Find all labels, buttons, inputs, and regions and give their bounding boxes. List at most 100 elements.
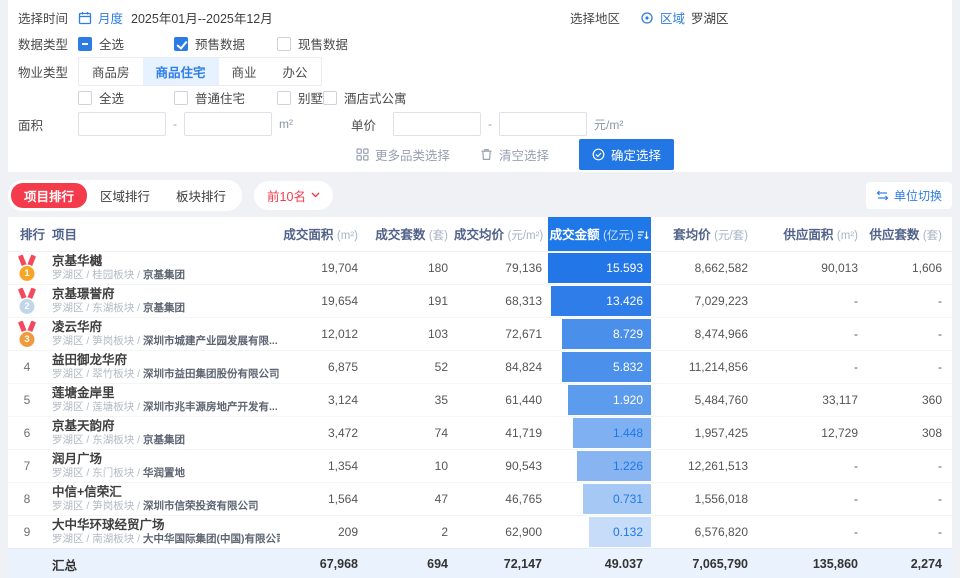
table-row[interactable]: 1 京基华樾 罗湖区 / 桂园板块 / 京基集团 19,704 180 79,1… — [8, 251, 952, 284]
rank-badge: 6 — [23, 425, 31, 440]
col-header-supply-units[interactable]: 供应套数 (套) — [864, 217, 952, 252]
rank-cell: 3 — [8, 316, 52, 350]
sub-type-checkbox[interactable]: 普通住宅 — [174, 88, 277, 107]
unit-avg-price-cell: 12,261,513 — [651, 448, 754, 482]
sub-type-checkbox[interactable]: 全选 — [78, 88, 174, 107]
region-selector[interactable]: 选择地区 区域 罗湖区 — [570, 8, 729, 27]
supply-units-cell: - — [864, 283, 952, 317]
table-row[interactable]: 8 中信+信荣汇 罗湖区 / 笋岗板块 / 深圳市信荣投资有限公司 1,564 … — [8, 481, 952, 515]
amount-value: 5.832 — [612, 359, 643, 374]
project-subtitle: 罗湖区 / 莲塘板块 / 深圳市兆丰源房地产开发有... — [52, 401, 278, 413]
table-row[interactable]: 5 莲塘金岸里 罗湖区 / 莲塘板块 / 深圳市兆丰源房地产开发有... 3,1… — [8, 382, 952, 416]
rank-cell: 2 — [8, 283, 52, 317]
table-row[interactable]: 3 凌云华府 罗湖区 / 笋岗板块 / 深圳市城建产业园发展有限... 12,0… — [8, 316, 952, 350]
table-row[interactable]: 7 润月广场 罗湖区 / 东门板块 / 华润置地 1,354 10 90,543… — [8, 448, 952, 482]
summary-label: 汇总 — [52, 547, 280, 578]
col-header-unit-avg-price[interactable]: 套均价 (元/套) — [651, 217, 754, 252]
deal-amount-cell: 8.729 — [548, 316, 651, 350]
deal-amount-cell: 13.426 — [548, 283, 651, 317]
supply-area-cell: - — [754, 481, 864, 515]
project-name[interactable]: 京基天韵府 — [52, 419, 280, 434]
property-type-tab[interactable]: 商业 — [218, 57, 270, 85]
property-type-tab[interactable]: 商品住宅 — [142, 57, 219, 85]
data-type-checkbox[interactable]: 现售数据 — [277, 34, 348, 53]
checkbox-icon[interactable] — [323, 90, 338, 105]
checkbox-icon[interactable] — [174, 36, 188, 51]
table-row[interactable]: 4 益田御龙华府 罗湖区 / 翠竹板块 / 深圳市益田集团股份有限公司 6,87… — [8, 349, 952, 383]
checkbox-icon[interactable] — [174, 90, 188, 105]
col-header-deal-area[interactable]: 成交面积 (m²) — [280, 217, 364, 252]
col-header-deal-amount[interactable]: 成交金额 (亿元) — [548, 217, 651, 252]
rank-cell: 5 — [8, 382, 52, 416]
col-header-deal-units[interactable]: 成交套数 (套) — [364, 217, 454, 252]
checkbox-icon[interactable] — [277, 90, 291, 105]
more-categories-button[interactable]: 更多品类选择 — [356, 145, 450, 164]
project-name[interactable]: 润月广场 — [52, 452, 280, 467]
top-n-dropdown[interactable]: 前10名 — [254, 180, 333, 210]
sub-type-checkbox[interactable]: 酒店式公寓 — [323, 88, 407, 107]
project-name[interactable]: 京基华樾 — [52, 254, 280, 269]
time-mode[interactable]: 月度 — [98, 8, 123, 27]
data-type-checkbox[interactable]: 全选 — [78, 34, 174, 53]
confirm-selection-button[interactable]: 确定选择 — [579, 138, 675, 170]
range-separator: - — [488, 117, 492, 131]
project-name[interactable]: 莲塘金岸里 — [52, 386, 280, 401]
rank-cell: 9 — [8, 514, 52, 548]
region-value[interactable]: 罗湖区 — [691, 8, 729, 27]
supply-units-cell: 308 — [864, 415, 952, 449]
project-subtitle: 罗湖区 / 桂园板块 / 京基集团 — [52, 269, 186, 281]
property-type-tab[interactable]: 商品房 — [79, 57, 143, 85]
project-cell: 京基璟誉府 罗湖区 / 东湖板块 / 京基集团 — [52, 283, 280, 317]
unit-switch-button[interactable]: 单位切换 — [865, 181, 952, 209]
sub-type-checkbox[interactable]: 别墅 — [277, 88, 323, 107]
developer-name: 京基集团 — [143, 302, 186, 314]
project-cell: 京基华樾 罗湖区 / 桂园板块 / 京基集团 — [52, 251, 280, 284]
ranking-tab[interactable]: 项目排行 — [11, 182, 88, 208]
checkbox-label: 别墅 — [298, 92, 324, 106]
area-min-input[interactable] — [78, 112, 166, 136]
property-type-label: 物业类型 — [18, 65, 69, 80]
deal-units-cell: 103 — [364, 316, 454, 350]
project-name[interactable]: 益田御龙华府 — [52, 353, 280, 368]
amount-bar: 5.832 — [562, 351, 651, 382]
price-unit: 元/m² — [594, 117, 624, 132]
col-header-supply-area[interactable]: 供应面积 (m²) — [754, 217, 864, 252]
clear-selection-button[interactable]: 清空选择 — [480, 145, 549, 164]
project-name[interactable]: 凌云华府 — [52, 320, 280, 335]
supply-units-cell: 1,606 — [911, 260, 942, 275]
project-cell: 中信+信荣汇 罗湖区 / 笋岗板块 / 深圳市信荣投资有限公司 — [52, 481, 280, 515]
deal-units-cell: 35 — [364, 382, 454, 416]
deal-area-cell: 1,354 — [280, 448, 364, 482]
table-row[interactable]: 9 大中华环球经贸广场 罗湖区 / 南湖板块 / 大中华国际集团(中国)有限公司… — [8, 514, 952, 548]
deal-avg-price-cell: 41,719 — [454, 415, 548, 449]
col-header-deal-avg-price[interactable]: 成交均价 (元/m²) — [454, 217, 548, 252]
ranking-tab[interactable]: 板块排行 — [163, 183, 239, 208]
project-name[interactable]: 大中华环球经贸广场 — [52, 518, 280, 533]
price-min-input[interactable] — [393, 112, 481, 136]
rank-badge: 5 — [23, 392, 31, 407]
developer-name: 深圳市城建产业园发展有限... — [143, 335, 278, 347]
ranking-tab[interactable]: 区域排行 — [87, 183, 163, 208]
property-type-tab[interactable]: 办公 — [269, 57, 321, 85]
amount-value: 8.729 — [612, 326, 643, 341]
checkbox-icon[interactable] — [78, 90, 92, 105]
checkbox-icon[interactable] — [277, 36, 291, 51]
project-name[interactable]: 京基璟誉府 — [52, 287, 280, 302]
developer-name: 深圳市益田集团股份有限公司 — [143, 368, 280, 380]
unit-avg-price-cell: 7,029,223 — [651, 283, 754, 317]
checkbox-icon[interactable] — [78, 36, 92, 51]
data-type-checkbox[interactable]: 预售数据 — [174, 34, 277, 53]
price-max-input[interactable] — [499, 112, 587, 136]
time-mode-selector[interactable]: 月度 — [78, 8, 123, 27]
project-name[interactable]: 中信+信荣汇 — [52, 485, 280, 500]
area-max-input[interactable] — [184, 112, 272, 136]
project-subtitle: 罗湖区 / 东湖板块 / 京基集团 — [52, 434, 186, 446]
time-range[interactable]: 2025年01月--2025年12月 — [131, 8, 273, 27]
region-type[interactable]: 区域 — [660, 8, 685, 27]
deal-area-cell: 19,704 — [321, 260, 358, 275]
table-row[interactable]: 6 京基天韵府 罗湖区 / 东湖板块 / 京基集团 3,472 74 41,71… — [8, 415, 952, 449]
table-row[interactable]: 2 京基璟誉府 罗湖区 / 东湖板块 / 京基集团 19,654 191 68,… — [8, 283, 952, 317]
deal-amount-cell: 5.832 — [548, 349, 651, 383]
amount-bar: 1.448 — [572, 417, 651, 448]
swap-icon — [876, 190, 889, 201]
